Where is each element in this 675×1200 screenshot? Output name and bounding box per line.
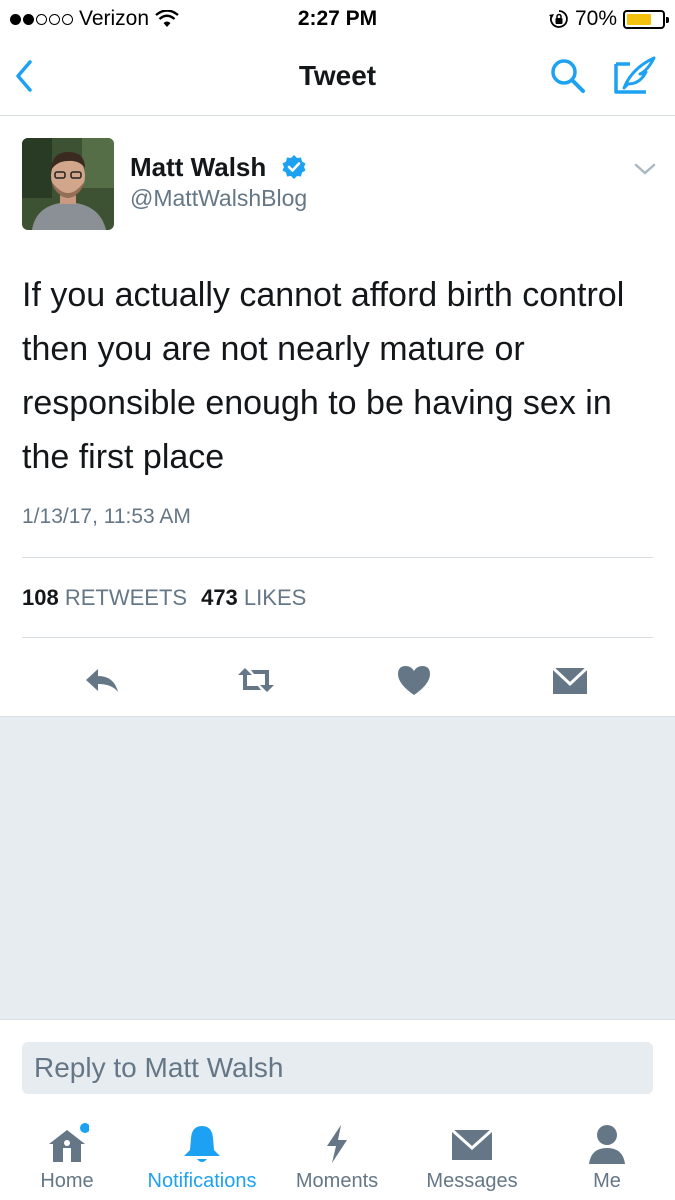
battery-level [627,13,651,25]
tweet-detail-screen: Verizon 2:27 PM 70% Tweet Matt Walsh @Ma… [0,0,675,1200]
tab-moments[interactable]: Moments [290,1122,384,1200]
like-count: 473 [201,585,238,610]
person-icon [589,1125,625,1164]
tweet-timestamp: 1/13/17, 11:53 AM [22,505,191,528]
notification-dot [80,1123,89,1133]
direct-message-icon[interactable] [550,660,590,700]
like-stat[interactable]: 473 LIKES [201,585,306,611]
compose-icon[interactable] [612,54,658,96]
avatar-image [22,138,114,230]
author-handle[interactable]: @MattWalshBlog [130,185,307,212]
search-icon[interactable] [548,56,588,96]
author-name[interactable]: Matt Walsh [130,152,266,183]
retweet-stat[interactable]: 108 RETWEETS [22,585,187,611]
home-icon [49,1123,89,1162]
bell-icon [184,1126,220,1162]
status-bar: Verizon 2:27 PM 70% [0,0,675,38]
avatar[interactable] [22,138,114,230]
chevron-down-icon[interactable] [632,160,658,178]
navigation-bar: Tweet [0,38,675,116]
tweet-action-bar [0,650,675,716]
verified-badge-icon [282,155,306,179]
retweet-label: RETWEETS [64,585,188,610]
reply-input[interactable]: Reply to Matt Walsh [22,1042,653,1094]
tab-home[interactable]: Home [20,1122,114,1200]
tab-label: Messages [426,1170,518,1192]
tab-messages[interactable]: Messages [422,1122,522,1200]
tab-me[interactable]: Me [570,1122,644,1200]
tab-label: Me [593,1170,621,1192]
lightning-icon [327,1125,347,1163]
heart-icon[interactable] [394,660,434,700]
tab-notifications[interactable]: Notifications [140,1122,264,1200]
tab-label: Notifications [147,1170,257,1192]
divider [22,637,653,638]
battery-area: 70% [548,7,669,31]
tab-label: Moments [295,1170,379,1192]
envelope-icon [450,1128,494,1160]
battery-percent: 70% [574,7,617,30]
tab-label: Home [40,1170,94,1192]
tweet-text: If you actually cannot afford birth cont… [22,276,625,476]
divider [22,557,653,558]
retweet-count: 108 [22,585,59,610]
replies-area [0,716,675,1020]
retweet-icon[interactable] [236,660,276,700]
reply-icon[interactable] [82,660,122,700]
rotation-lock-icon [548,10,568,28]
tweet-stats: 108 RETWEETS 473 LIKES [22,585,306,611]
battery-icon [623,9,669,29]
like-label: LIKES [243,585,307,610]
